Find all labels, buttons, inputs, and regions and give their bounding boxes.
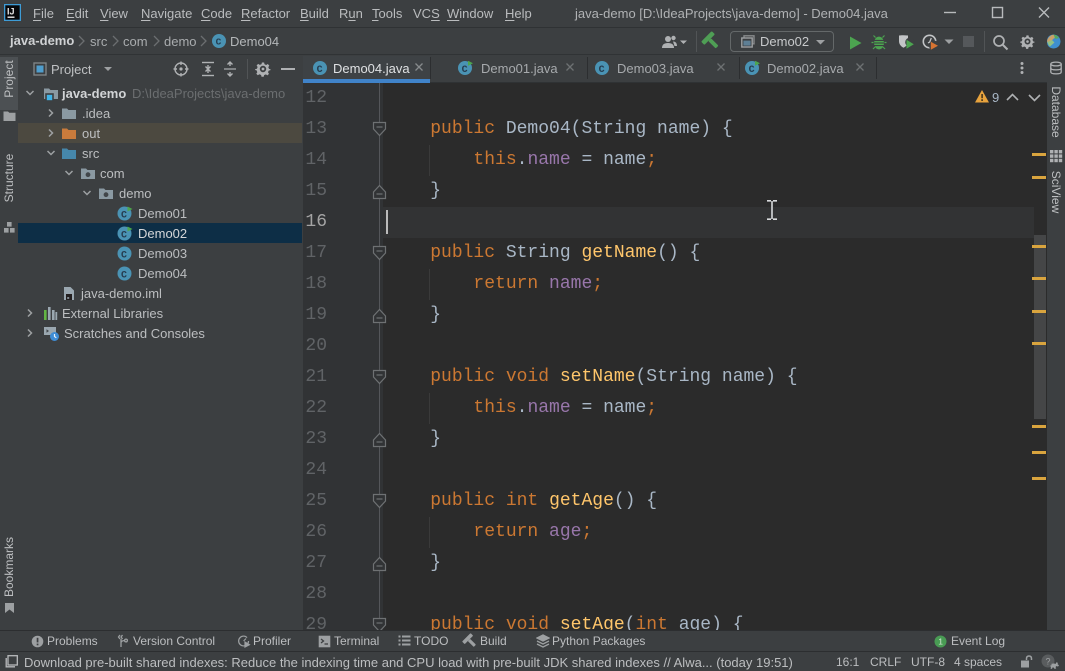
svg-text:C: C <box>121 230 127 241</box>
svg-text:9: 9 <box>992 90 999 105</box>
svg-text:C: C <box>121 270 127 281</box>
svg-text:C: C <box>121 250 127 261</box>
svg-text:C: C <box>599 65 605 75</box>
svg-text:C: C <box>121 210 127 221</box>
svg-text:C: C <box>317 65 323 75</box>
svg-text:1: 1 <box>938 637 943 647</box>
svg-text:C: C <box>462 65 468 75</box>
svg-text:C: C <box>749 65 755 75</box>
svg-text:?: ? <box>1046 657 1051 667</box>
